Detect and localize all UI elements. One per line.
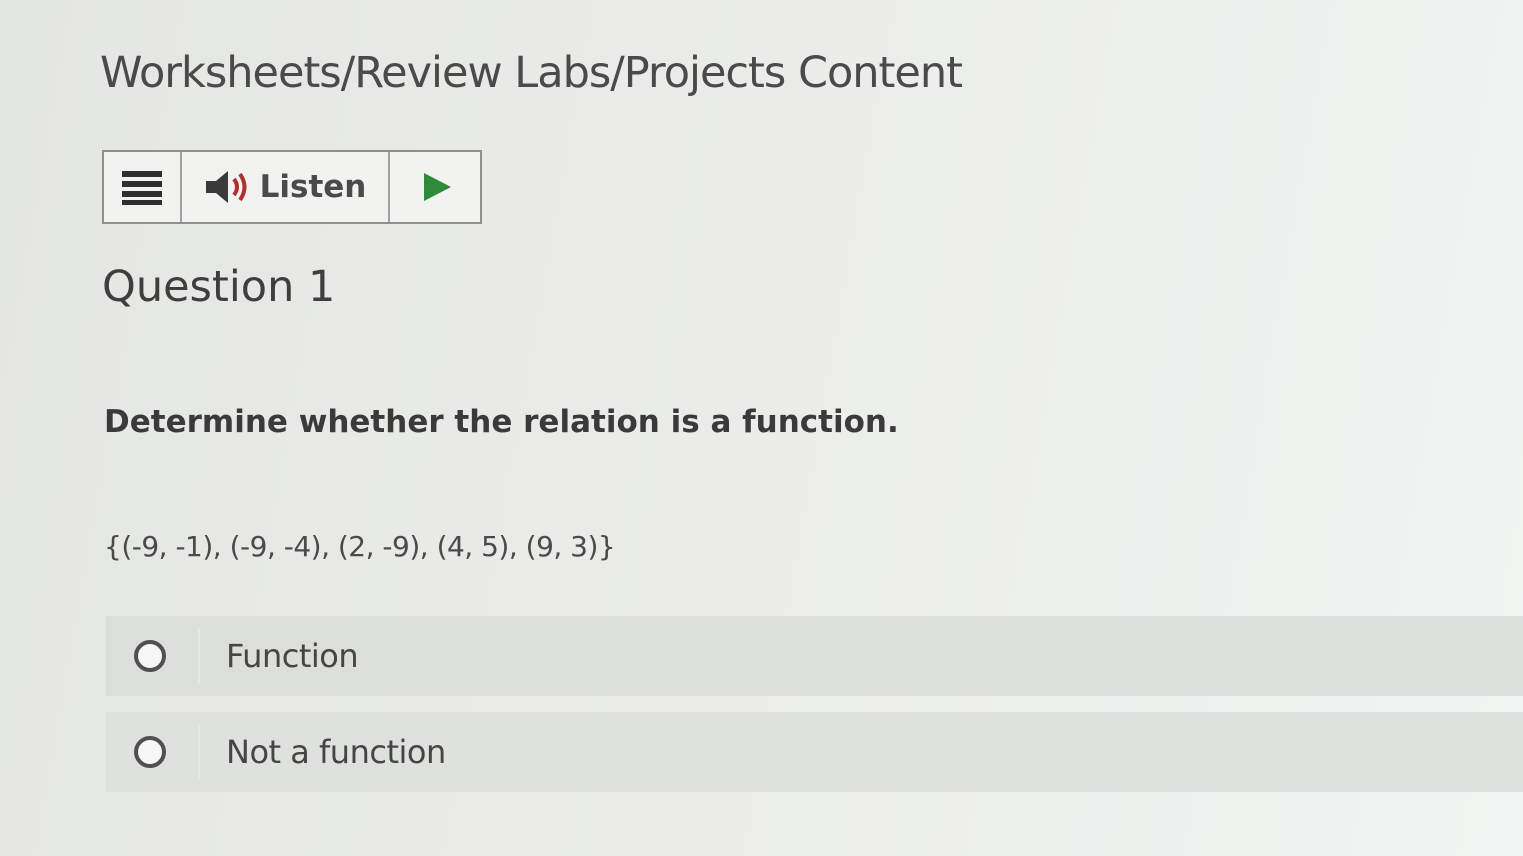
menu-button[interactable] bbox=[104, 152, 182, 222]
listen-label: Listen bbox=[259, 169, 367, 205]
read-aloud-toolbar: Listen bbox=[102, 150, 482, 224]
radio-button[interactable] bbox=[134, 640, 166, 672]
option-divider bbox=[198, 628, 200, 684]
speaker-icon bbox=[205, 171, 247, 203]
hamburger-menu-icon bbox=[122, 171, 162, 205]
page-title: Worksheets/Review Labs/Projects Content bbox=[100, 48, 963, 98]
answer-option-function[interactable]: Function bbox=[106, 616, 1523, 696]
relation-set: {(-9, -1), (-9, -4), (2, -9), (4, 5), (9… bbox=[104, 530, 616, 563]
option-divider bbox=[198, 724, 200, 780]
option-label: Function bbox=[226, 637, 359, 675]
question-prompt: Determine whether the relation is a func… bbox=[104, 404, 899, 440]
play-icon bbox=[424, 173, 451, 201]
question-title: Question 1 bbox=[102, 262, 336, 312]
play-button[interactable] bbox=[390, 152, 480, 222]
radio-button[interactable] bbox=[134, 736, 166, 768]
listen-button[interactable]: Listen bbox=[182, 152, 390, 222]
option-label: Not a function bbox=[226, 733, 446, 771]
answer-option-not-a-function[interactable]: Not a function bbox=[106, 712, 1523, 792]
